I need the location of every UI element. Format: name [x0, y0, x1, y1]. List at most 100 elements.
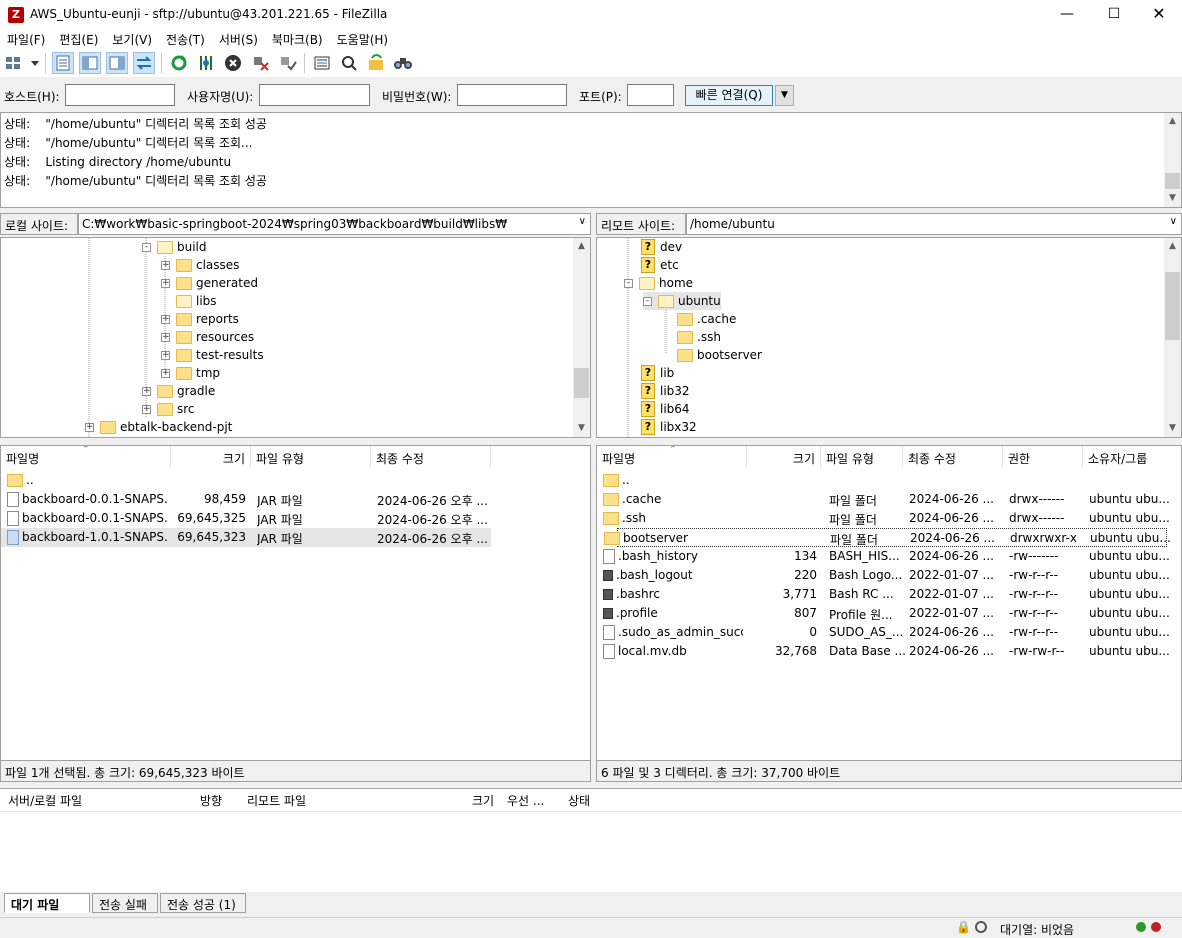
tree-node[interactable]: + test-results — [161, 346, 264, 364]
tree-node[interactable]: ? etc — [641, 256, 679, 274]
file-icon — [603, 625, 615, 640]
tree-node[interactable]: ? dev — [641, 238, 682, 256]
file-row[interactable]: .bash_logout 220 Bash Logo... 2022-01-07… — [597, 566, 1170, 585]
file-row-selected[interactable]: backboard-1.0.1-SNAPS... 69,645,323 JAR … — [1, 528, 491, 547]
remote-tree-scrollbar[interactable]: ▲ ▼ — [1164, 238, 1181, 437]
tree-node[interactable]: ? lib32 — [641, 382, 690, 400]
menu-view[interactable]: 보기(V) — [105, 29, 159, 49]
file-row-focused[interactable]: bootserver 파일 폴더 2024-06-26 ... drwxrwxr… — [604, 528, 1171, 547]
menu-help[interactable]: 도움말(H) — [330, 29, 396, 49]
tree-node[interactable]: + gradle — [142, 382, 215, 400]
reconnect-icon[interactable] — [277, 52, 299, 74]
folder-icon — [677, 330, 693, 344]
tree-node[interactable]: + generated — [161, 274, 258, 292]
menu-bookmarks[interactable]: 북마크(B) — [265, 29, 330, 49]
tab-successful-transfers[interactable]: 전송 성공 (1) — [160, 893, 246, 913]
tree-node[interactable]: + resources — [161, 328, 254, 346]
port-input[interactable] — [627, 84, 674, 106]
column-header-permissions[interactable]: 권한 — [1003, 446, 1083, 468]
column-header-modified[interactable]: 최종 수정 — [371, 446, 491, 468]
file-row[interactable]: .bash_history 134 BASH_HIS... 2024-06-26… — [597, 547, 1170, 566]
port-label: 포트(P): — [579, 90, 622, 104]
host-input[interactable] — [65, 84, 175, 106]
tree-node[interactable]: ? lib64 — [641, 400, 690, 418]
cancel-operation-icon[interactable] — [222, 52, 244, 74]
chevron-down-icon[interactable]: ∨ — [1170, 216, 1177, 227]
quickconnect-dropdown-icon[interactable]: ▼ — [775, 85, 794, 106]
tree-node[interactable]: - build — [142, 238, 207, 256]
queue-header-priority[interactable]: 우선 ... — [507, 792, 544, 809]
tree-node[interactable]: .cache — [677, 310, 736, 328]
toggle-remote-tree-icon[interactable] — [106, 52, 128, 74]
tree-node[interactable]: + src — [142, 400, 195, 418]
file-row[interactable]: .sudo_as_admin_succ... 0 SUDO_AS_... 202… — [597, 623, 1170, 642]
log-scrollbar[interactable]: ▲ ▼ — [1164, 113, 1181, 207]
menu-transfer[interactable]: 전송(T) — [159, 29, 212, 49]
queue-header-size[interactable]: 크기 — [472, 792, 494, 809]
tree-node[interactable]: + tmp — [161, 364, 220, 382]
file-row[interactable]: .. — [1, 471, 491, 490]
menu-server[interactable]: 서버(S) — [212, 29, 265, 49]
tree-node[interactable]: bootserver — [677, 346, 762, 364]
queue-header-direction[interactable]: 방향 — [200, 792, 222, 809]
toggle-local-tree-icon[interactable] — [79, 52, 101, 74]
remote-path-input[interactable]: /home/ubuntu ∨ — [686, 213, 1182, 235]
column-header-size[interactable]: 크기 — [747, 446, 821, 468]
file-row[interactable]: .bashrc 3,771 Bash RC ... 2022-01-07 ...… — [597, 585, 1170, 604]
column-header-type[interactable]: 파일 유형 — [821, 446, 903, 468]
file-row[interactable]: backboard-0.0.1-SNAPS... 98,459 JAR 파일 2… — [1, 490, 491, 509]
message-log: 상태: "/home/ubuntu" 디렉터리 목록 조회 성공 상태: "/h… — [0, 112, 1182, 208]
search-files-icon[interactable] — [392, 52, 414, 74]
database-file-icon — [603, 644, 615, 659]
column-header-type[interactable]: 파일 유형 — [251, 446, 371, 468]
tree-node[interactable]: - ubuntu — [643, 292, 721, 310]
file-row[interactable]: local.mv.db 32,768 Data Base ... 2024-06… — [597, 642, 1170, 661]
file-row[interactable]: .profile 807 Profile 원... 2022-01-07 ...… — [597, 604, 1170, 623]
password-input[interactable] — [457, 84, 567, 106]
local-path-input[interactable]: C:₩work₩basic-springboot-2024₩spring03₩b… — [78, 213, 591, 235]
folder-icon — [677, 312, 693, 326]
tree-node[interactable]: ? libx32 — [641, 418, 697, 436]
speed-limit-icon[interactable] — [975, 921, 987, 933]
tree-node[interactable]: + classes — [161, 256, 239, 274]
status-bar: 🔒 대기열: 비었음 — [0, 917, 1182, 937]
directory-comparison-icon[interactable] — [311, 52, 333, 74]
file-row[interactable]: .ssh 파일 폴더 2024-06-26 ... drwx------ ubu… — [597, 509, 1170, 528]
chevron-down-icon[interactable]: ∨ — [579, 216, 586, 227]
queue-header-local-file[interactable]: 서버/로컬 파일 — [8, 792, 82, 809]
menu-file[interactable]: 파일(F) — [0, 29, 52, 49]
refresh-icon[interactable] — [168, 52, 190, 74]
queue-header-status[interactable]: 상태 — [568, 792, 590, 809]
column-header-modified[interactable]: 최종 수정 — [903, 446, 1003, 468]
site-manager-icon[interactable] — [3, 52, 41, 74]
tab-failed-transfers[interactable]: 전송 실패 — [92, 893, 158, 913]
queue-header-remote-file[interactable]: 리모트 파일 — [247, 792, 306, 809]
tree-node[interactable]: ? lib — [641, 364, 674, 382]
tree-node[interactable]: libs — [176, 292, 217, 310]
file-row[interactable]: .. — [597, 471, 1167, 490]
toggle-message-log-icon[interactable] — [52, 52, 74, 74]
folder-icon — [176, 348, 192, 362]
username-input[interactable] — [259, 84, 370, 106]
local-tree-scrollbar[interactable]: ▲ ▼ — [573, 238, 590, 437]
maximize-icon[interactable]: ☐ — [1091, 0, 1137, 29]
close-icon[interactable]: ✕ — [1136, 0, 1182, 29]
tree-node[interactable]: + reports — [161, 310, 239, 328]
file-row[interactable]: .cache 파일 폴더 2024-06-26 ... drwx------ u… — [597, 490, 1170, 509]
menu-edit[interactable]: 편집(E) — [52, 29, 105, 49]
tab-queued-files[interactable]: 대기 파일 — [4, 893, 90, 913]
file-row[interactable]: backboard-0.0.1-SNAPS... 69,645,325 JAR … — [1, 509, 491, 528]
log-line: 상태: "/home/ubuntu" 디렉터리 목록 조회 성공 — [4, 174, 267, 188]
filter-icon[interactable] — [338, 52, 360, 74]
toggle-transfer-queue-icon[interactable] — [133, 52, 155, 74]
tree-node[interactable]: .ssh — [677, 328, 721, 346]
sync-browsing-icon[interactable] — [365, 52, 387, 74]
quickconnect-button[interactable]: 빠른 연결(Q) — [685, 85, 773, 106]
minimize-icon[interactable]: — — [1044, 0, 1090, 29]
column-header-owner[interactable]: 소유자/그룹 — [1083, 446, 1181, 468]
column-header-size[interactable]: 크기 — [171, 446, 251, 468]
tree-node[interactable]: + ebtalk-backend-pjt — [85, 418, 232, 436]
tree-node[interactable]: - home — [624, 274, 693, 292]
process-queue-icon[interactable] — [195, 52, 217, 74]
disconnect-icon[interactable] — [250, 52, 272, 74]
